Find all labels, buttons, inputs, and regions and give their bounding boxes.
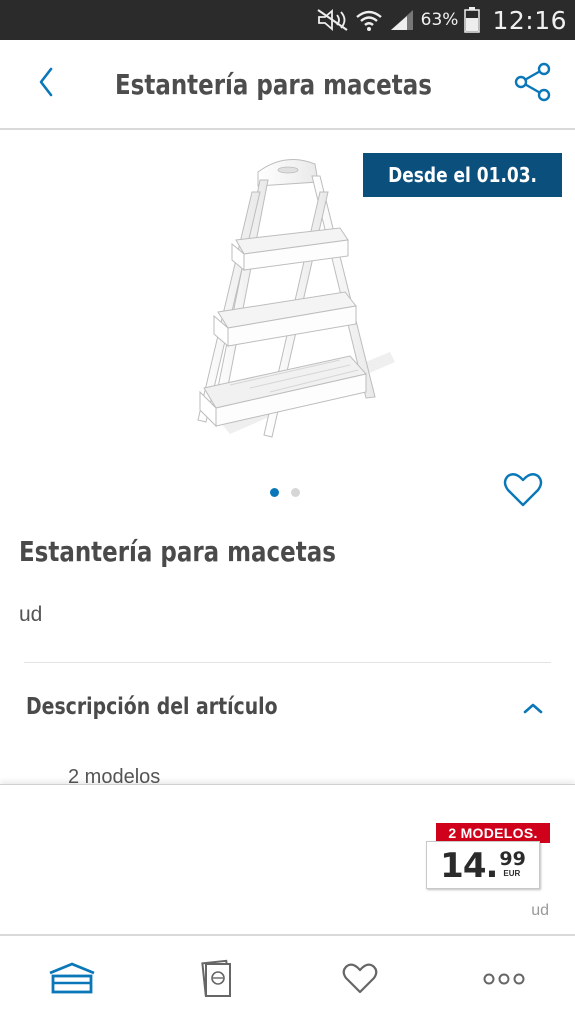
heart-icon [342,963,378,1000]
product-unit: ud [19,603,43,626]
availability-date-text: Desde el 01.03. [387,163,537,187]
description-accordion-header[interactable]: Descripción del artículo [0,680,575,740]
home-icon [47,962,97,1001]
favorite-button[interactable] [501,472,545,512]
product-name: Estantería para macetas [19,535,336,568]
nav-leaflets[interactable] [166,936,266,1024]
wifi-icon [355,8,383,32]
battery-percentage: 63% [420,10,459,30]
status-bar: 63% 12:16 [0,0,575,40]
heart-outline-icon [503,472,543,513]
leaflet-icon [194,959,238,1004]
chevron-left-icon [37,66,55,103]
models-badge: 2 MODELOS. [436,823,550,843]
nav-more[interactable] [454,936,554,1024]
battery-icon [464,7,481,33]
share-button[interactable] [511,62,555,106]
price-integer: 14. [440,846,498,886]
share-icon [514,62,552,107]
back-button[interactable] [24,62,68,106]
divider [24,662,551,663]
clock: 12:16 [492,5,567,35]
price-currency: EUR [503,869,521,878]
description-list-item: 2 modelos [44,766,160,784]
price-unit: ud [531,902,549,919]
more-icon [482,972,526,991]
signal-icon [389,8,415,32]
status-icons: 63% 12:16 [317,0,567,40]
gallery-pagination [270,488,300,497]
nav-home[interactable] [22,936,122,1024]
description-item-text: 2 modelos [68,766,161,784]
price-tag: 14. 99 EUR [426,841,540,889]
pagination-dot[interactable] [291,488,300,497]
mute-icon [317,9,349,31]
product-gallery[interactable]: Desde el 01.03. [0,132,575,512]
bottom-navigation [0,934,575,1024]
pagination-dot-active[interactable] [270,488,279,497]
app-header: Estantería para macetas [0,40,575,130]
price-panel: 2 MODELOS. 14. 99 EUR ud [0,784,575,934]
price-cents: 99 [499,848,526,870]
availability-date-badge: Desde el 01.03. [362,153,562,197]
chevron-up-icon [521,698,545,718]
page-title: Estantería para macetas [115,68,432,101]
description-title: Descripción del artículo [26,694,278,720]
nav-favorites[interactable] [310,936,410,1024]
